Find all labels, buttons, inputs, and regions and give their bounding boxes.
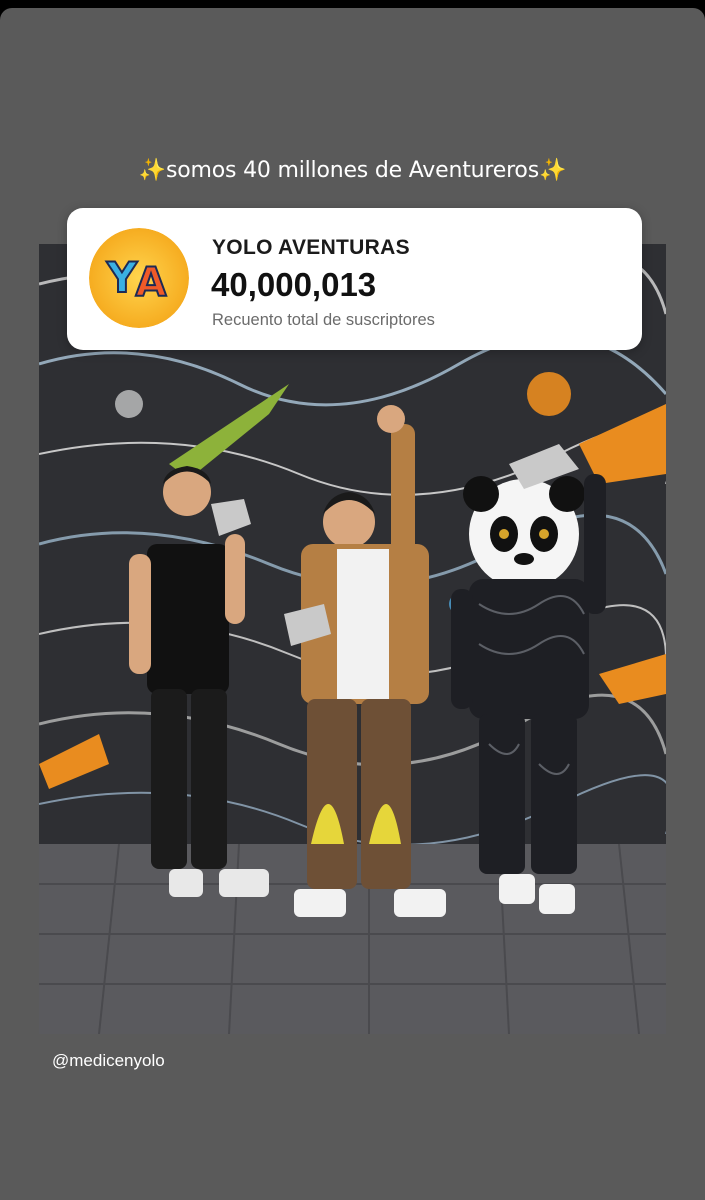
photo-illustration bbox=[39, 244, 666, 1034]
subscriber-count: 40,000,013 bbox=[211, 266, 377, 303]
svg-text:A: A bbox=[136, 260, 167, 306]
channel-logo-icon: Y A bbox=[89, 228, 189, 328]
subscriber-count-label: Recuento total de suscriptores bbox=[212, 311, 435, 329]
story-frame: ✨somos 40 millones de Aventureros✨ Y A Y… bbox=[0, 8, 705, 1200]
channel-name: YOLO AVENTURAS bbox=[212, 236, 410, 259]
story-caption: ✨somos 40 millones de Aventureros✨ bbox=[138, 158, 567, 183]
channel-avatar: Y A bbox=[89, 228, 189, 328]
group-photo bbox=[39, 244, 666, 1034]
svg-text:Y: Y bbox=[106, 253, 138, 302]
mention-handle[interactable]: @medicenyolo bbox=[52, 1051, 165, 1071]
subscriber-count-card: Y A YOLO AVENTURAS 40,000,013 Recuento t… bbox=[67, 208, 642, 350]
